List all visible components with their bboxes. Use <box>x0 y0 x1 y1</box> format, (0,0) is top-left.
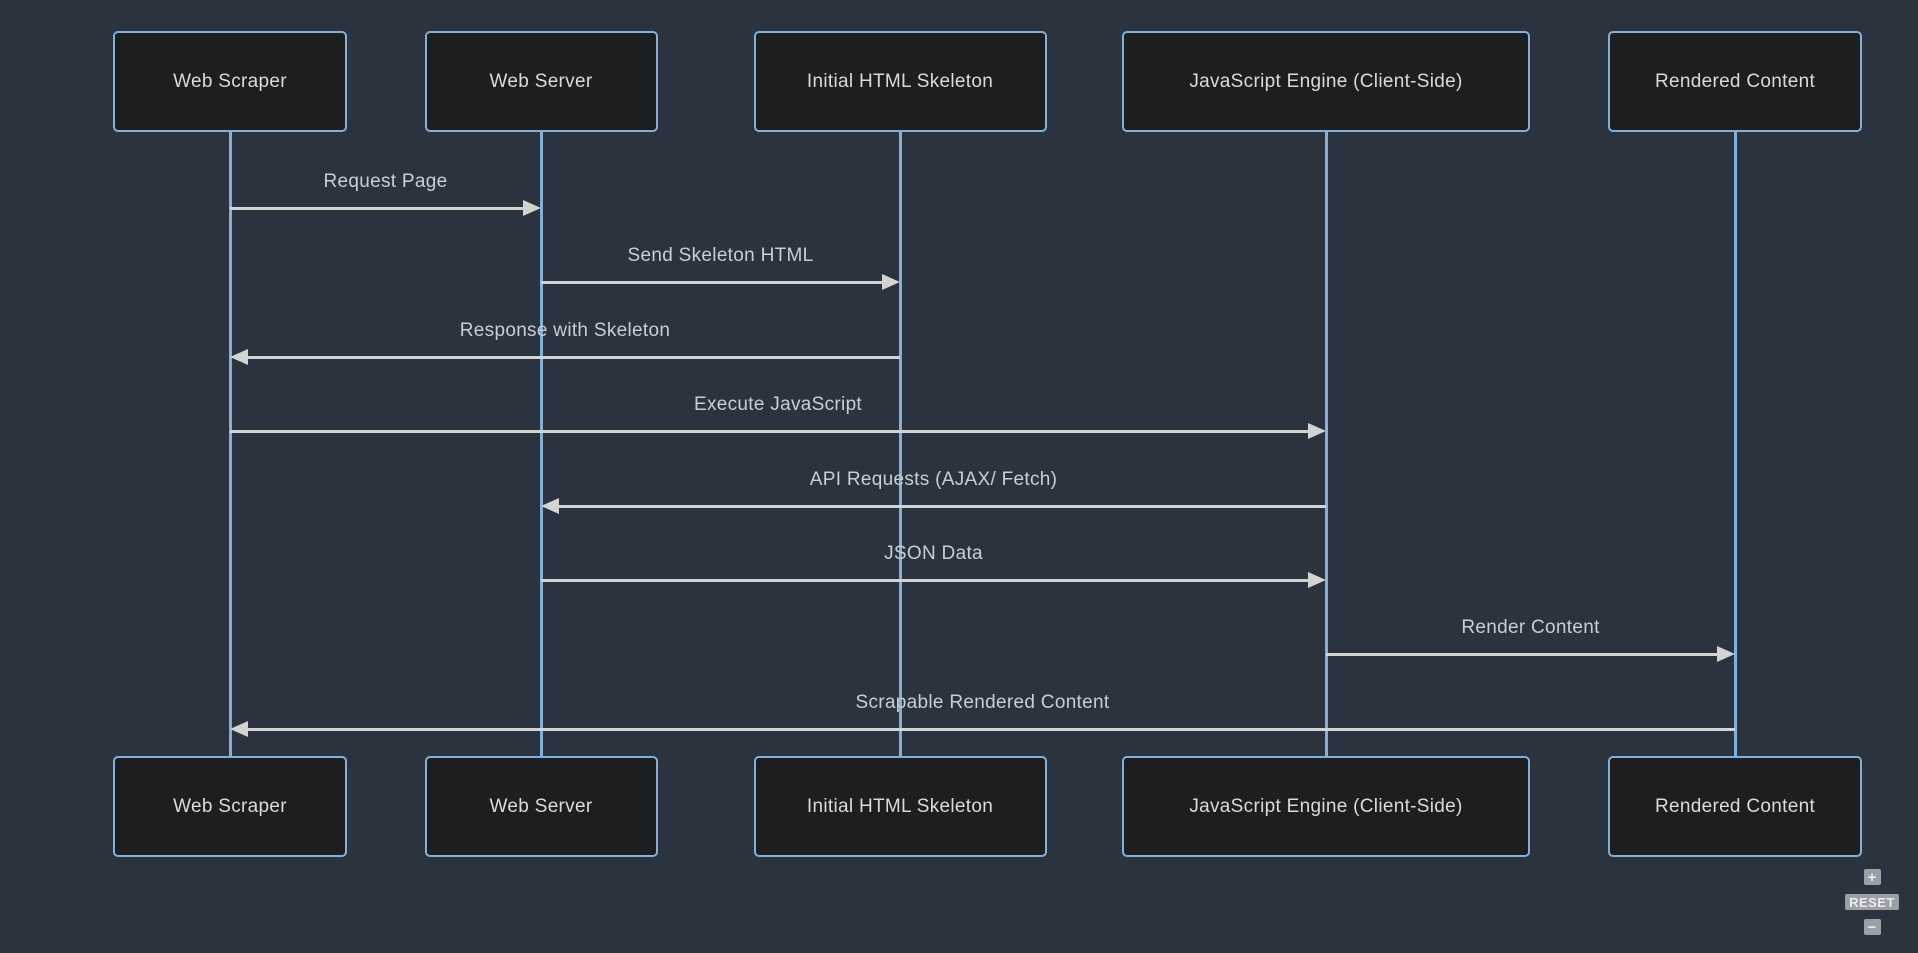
message-line-5 <box>541 579 1312 582</box>
actor-web-scraper-top: Web Scraper <box>113 31 347 132</box>
actor-web-server-bottom: Web Server <box>425 756 658 857</box>
lifeline-html-skeleton <box>899 131 902 758</box>
message-label-2: Response with Skeleton <box>460 319 670 343</box>
message-line-3 <box>230 430 1312 433</box>
message-label-5: JSON Data <box>884 542 983 566</box>
actor-rendered-content-top: Rendered Content <box>1608 31 1862 132</box>
lifeline-js-engine <box>1325 131 1328 758</box>
arrowhead-3 <box>1308 423 1326 439</box>
arrowhead-5 <box>1308 572 1326 588</box>
lifeline-web-server <box>540 131 543 758</box>
actor-rendered-content-bottom: Rendered Content <box>1608 756 1862 857</box>
message-label-3: Execute JavaScript <box>694 393 862 417</box>
message-line-4 <box>555 505 1326 508</box>
message-line-7 <box>244 728 1735 731</box>
lifeline-rendered-content <box>1734 131 1737 758</box>
actor-js-engine-bottom: JavaScript Engine (Client-Side) <box>1122 756 1530 857</box>
actor-web-server-top: Web Server <box>425 31 658 132</box>
arrowhead-2 <box>230 349 248 365</box>
zoom-in-icon[interactable]: + <box>1864 869 1881 885</box>
message-line-2 <box>244 356 900 359</box>
zoom-controls: + RESET − <box>1845 869 1899 935</box>
message-label-6: Render Content <box>1461 616 1599 640</box>
message-line-0 <box>230 207 527 210</box>
message-label-4: API Requests (AJAX/ Fetch) <box>810 468 1058 492</box>
zoom-reset-button[interactable]: RESET <box>1845 894 1899 910</box>
arrowhead-4 <box>541 498 559 514</box>
lifeline-web-scraper <box>229 131 232 758</box>
zoom-out-icon[interactable]: − <box>1864 919 1881 935</box>
message-label-0: Request Page <box>323 170 447 194</box>
message-label-1: Send Skeleton HTML <box>628 244 814 268</box>
arrowhead-6 <box>1717 646 1735 662</box>
sequence-diagram: + RESET − Web Scraper Web Scraper Web Serv… <box>0 0 1918 953</box>
actor-web-scraper-bottom: Web Scraper <box>113 756 347 857</box>
arrowhead-7 <box>230 721 248 737</box>
message-line-1 <box>541 281 886 284</box>
actor-html-skeleton-top: Initial HTML Skeleton <box>754 31 1047 132</box>
actor-js-engine-top: JavaScript Engine (Client-Side) <box>1122 31 1530 132</box>
arrowhead-0 <box>523 200 541 216</box>
message-label-7: Scrapable Rendered Content <box>856 691 1110 715</box>
actor-html-skeleton-bottom: Initial HTML Skeleton <box>754 756 1047 857</box>
message-line-6 <box>1326 653 1721 656</box>
arrowhead-1 <box>882 274 900 290</box>
